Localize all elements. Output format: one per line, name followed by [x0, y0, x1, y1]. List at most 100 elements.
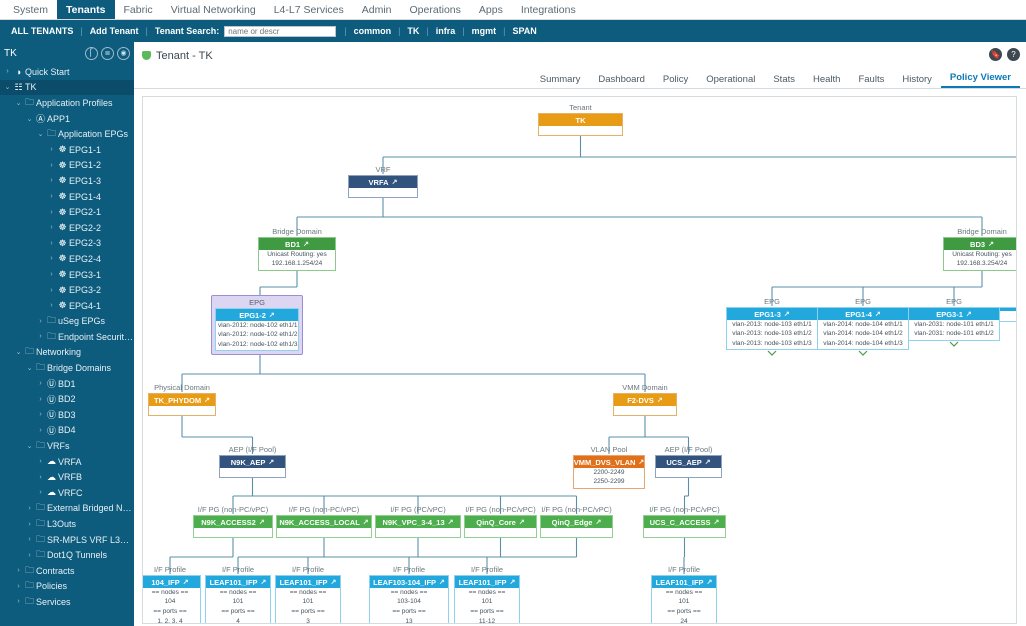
nav-tab-operations[interactable]: Operations [401, 0, 470, 19]
bookmark-icon[interactable]: 🔖 [989, 48, 1002, 61]
chevron-right-icon[interactable]: › [36, 411, 45, 418]
external-link-icon[interactable]: ↗ [268, 458, 274, 466]
node-title[interactable]: LEAF101_IFP ↗ [276, 576, 340, 588]
policy-viewer-canvas[interactable]: Tenant TK VRF VRFA ↗ Bridge Domain BD1 ↗ Unicast… [142, 96, 1017, 624]
graph-node-ifp-leaf101-c[interactable]: I/F Profile LEAF101_IFP ↗ == nodes == 101 == … [454, 565, 520, 623]
sidebar-item-application-epgs[interactable]: ⌄ 🗀 Application EPGs [0, 126, 134, 142]
sidebar-item-epg2-4[interactable]: › ☸ EPG2-4 [0, 251, 134, 267]
tenant-search-input[interactable] [224, 25, 337, 37]
tab-health[interactable]: Health [804, 74, 849, 88]
nav-tab-virtual-networking[interactable]: Virtual Networking [162, 0, 265, 19]
sidebar-item-app1[interactable]: ⌄ Ⓐ APP1 [0, 111, 134, 127]
chevron-right-icon[interactable]: › [47, 209, 56, 216]
sidebar-item-services[interactable]: › 🗀 Services [0, 594, 134, 610]
node-title[interactable]: UCS_C_ACCESS ↗ [644, 516, 725, 528]
sidebar-item-l3outs[interactable]: › 🗀 L3Outs [0, 516, 134, 532]
external-link-icon[interactable]: ↗ [713, 518, 719, 526]
chevron-right-icon[interactable]: › [14, 598, 23, 605]
node-title[interactable]: LEAF101_IFP ↗ [455, 576, 519, 588]
graph-node-dom-vmm[interactable]: VMM Domain F2-DVS ↗ [613, 383, 677, 416]
sidebar-item-epg3-1[interactable]: › ☸ EPG3-1 [0, 267, 134, 283]
sidebar-item-dot1q-tunnels[interactable]: › 🗀 Dot1Q Tunnels [0, 547, 134, 563]
node-title[interactable]: TK_PHYDOM ↗ [149, 394, 215, 406]
chevron-right-icon[interactable]: › [14, 583, 23, 590]
node-title[interactable]: N9K_AEP ↗ [220, 456, 285, 468]
external-link-icon[interactable]: ↗ [183, 578, 189, 586]
graph-node-epg-epg1-4[interactable]: EPG EPG1-4 ↗ vlan-2014: node-104 eth1/1 vlan… [817, 297, 909, 351]
node-title[interactable]: LEAF101_IFP ↗ [206, 576, 270, 588]
sidebar-item-bd2[interactable]: › Ⓤ BD2 [0, 391, 134, 407]
graph-node-ifpg-qinq-core[interactable]: I/F PG (non-PC/vPC) QinQ_Core ↗ [464, 505, 537, 538]
node-title[interactable]: BD1 ↗ [259, 238, 335, 250]
filter-icon[interactable]: ≣ [101, 46, 114, 60]
sidebar-item-networking[interactable]: ⌄ 🗀 Networking [0, 345, 134, 361]
external-link-icon[interactable]: ↗ [707, 578, 713, 586]
sidebar-item-vrfa[interactable]: › ☁ VRFA [0, 454, 134, 470]
tab-summary[interactable]: Summary [531, 74, 590, 88]
chevron-right-icon[interactable]: › [25, 552, 34, 559]
chevron-right-icon[interactable]: › [36, 427, 45, 434]
sidebar-item-epg4-1[interactable]: › ☸ EPG4-1 [0, 298, 134, 314]
chevron-down-icon[interactable]: ⌄ [36, 130, 45, 138]
target-icon[interactable]: ◉ [117, 46, 130, 60]
chevron-right-icon[interactable]: › [47, 302, 56, 309]
nav-tab-apps[interactable]: Apps [470, 0, 512, 19]
node-title[interactable]: TK [539, 114, 622, 126]
graph-node-ifp-leaf101-b[interactable]: I/F Profile LEAF101_IFP ↗ == nodes == 101 == … [275, 565, 341, 623]
sidebar-item-epg3-2[interactable]: › ☸ EPG3-2 [0, 282, 134, 298]
nav-tab-l4-l7-services[interactable]: L4-L7 Services [265, 0, 353, 19]
node-title[interactable]: UCS_AEP ↗ [656, 456, 721, 468]
add-tenant-link[interactable]: Add Tenant [83, 26, 146, 36]
sidebar-item-useg-epgs[interactable]: › 🗀 uSeg EPGs [0, 314, 134, 330]
tab-operational[interactable]: Operational [697, 74, 764, 88]
node-title[interactable]: LEAF101_IFP ↗ [652, 576, 716, 588]
external-link-icon[interactable]: ↗ [303, 240, 309, 248]
external-link-icon[interactable]: ↗ [966, 310, 972, 318]
sidebar-item-epg1-2[interactable]: › ☸ EPG1-2 [0, 158, 134, 174]
external-link-icon[interactable]: ↗ [204, 396, 210, 404]
node-title[interactable]: F2-DVS ↗ [614, 394, 676, 406]
external-link-icon[interactable]: ↗ [638, 458, 644, 466]
external-link-icon[interactable]: ↗ [269, 311, 275, 319]
node-title[interactable]: N9K_ACCESS_LOCAL ↗ [277, 516, 371, 528]
sidebar-item-application-profiles[interactable]: ⌄ 🗀 Application Profiles [0, 95, 134, 111]
graph-node-ifp-leaf103-104[interactable]: I/F Profile LEAF103-104_IFP ↗ == nodes == 10… [369, 565, 449, 623]
graph-node-aep-ucs[interactable]: AEP (I/F Pool) UCS_AEP ↗ [655, 445, 722, 478]
external-link-icon[interactable]: ↗ [448, 518, 454, 526]
node-title[interactable]: QinQ_Edge ↗ [541, 516, 612, 528]
tab-dashboard[interactable]: Dashboard [589, 74, 653, 88]
sidebar-item-epg1-1[interactable]: › ☸ EPG1-1 [0, 142, 134, 158]
chevron-right-icon[interactable]: › [47, 271, 56, 278]
all-tenants-link[interactable]: ALL TENANTS [4, 26, 80, 36]
collapse-icon[interactable]: ⎡ [85, 46, 98, 60]
tab-history[interactable]: History [893, 74, 941, 88]
chevron-down-icon[interactable]: ⌄ [14, 99, 23, 107]
graph-node-pool-vmm[interactable]: VLAN Pool VMM_DVS_VLAN ↗ 2200-2249 2250-2299 [573, 445, 645, 489]
tenant-link-common[interactable]: common [347, 26, 399, 36]
external-link-icon[interactable]: ↗ [988, 240, 994, 248]
nav-tab-integrations[interactable]: Integrations [512, 0, 585, 19]
graph-node-epg-epg1-3[interactable]: EPG EPG1-3 ↗ vlan-2013: node-103 eth1/1 vlan… [726, 297, 818, 351]
graph-node-ifp-leaf101-d[interactable]: I/F Profile LEAF101_IFP ↗ == nodes == 101 == … [651, 565, 717, 623]
graph-node-epg-epg1-2[interactable]: EPG EPG1-2 ↗ vlan-2012: node-102 eth1/1 vlan… [211, 295, 303, 356]
sidebar-item-tk[interactable]: ⌄ ☷ TK [0, 79, 134, 96]
graph-node-aep-n9k[interactable]: AEP (I/F Pool) N9K_AEP ↗ [219, 445, 286, 478]
external-link-icon[interactable]: ↗ [331, 578, 337, 586]
graph-node-epg-epg3-1[interactable]: EPG EPG3-1 ↗ vlan-2031: node-101 eth1/1 vlan… [908, 297, 1000, 341]
chevron-right-icon[interactable]: › [36, 333, 45, 340]
external-link-icon[interactable]: ↗ [705, 458, 711, 466]
graph-node-ifpg-n9k-vpc[interactable]: I/F PG (PC/vPC) N9K_VPC_3-4_13 ↗ [375, 505, 461, 538]
chevron-right-icon[interactable]: › [3, 68, 12, 75]
external-link-icon[interactable]: ↗ [595, 518, 601, 526]
tab-stats[interactable]: Stats [764, 74, 804, 88]
sidebar-item-bd4[interactable]: › Ⓤ BD4 [0, 423, 134, 439]
node-title[interactable]: LEAF103-104_IFP ↗ [370, 576, 448, 588]
sidebar-item-vrfc[interactable]: › ☁ VRFC [0, 485, 134, 501]
sidebar-item-epg2-2[interactable]: › ☸ EPG2-2 [0, 220, 134, 236]
node-title[interactable]: N9K_VPC_3-4_13 ↗ [376, 516, 460, 528]
tenant-link-mgmt[interactable]: mgmt [465, 26, 504, 36]
chevron-right-icon[interactable]: › [47, 240, 56, 247]
chevron-right-icon[interactable]: › [36, 380, 45, 387]
sidebar-item-vrfb[interactable]: › ☁ VRFB [0, 469, 134, 485]
chevron-down-icon[interactable]: ⌄ [25, 442, 34, 450]
